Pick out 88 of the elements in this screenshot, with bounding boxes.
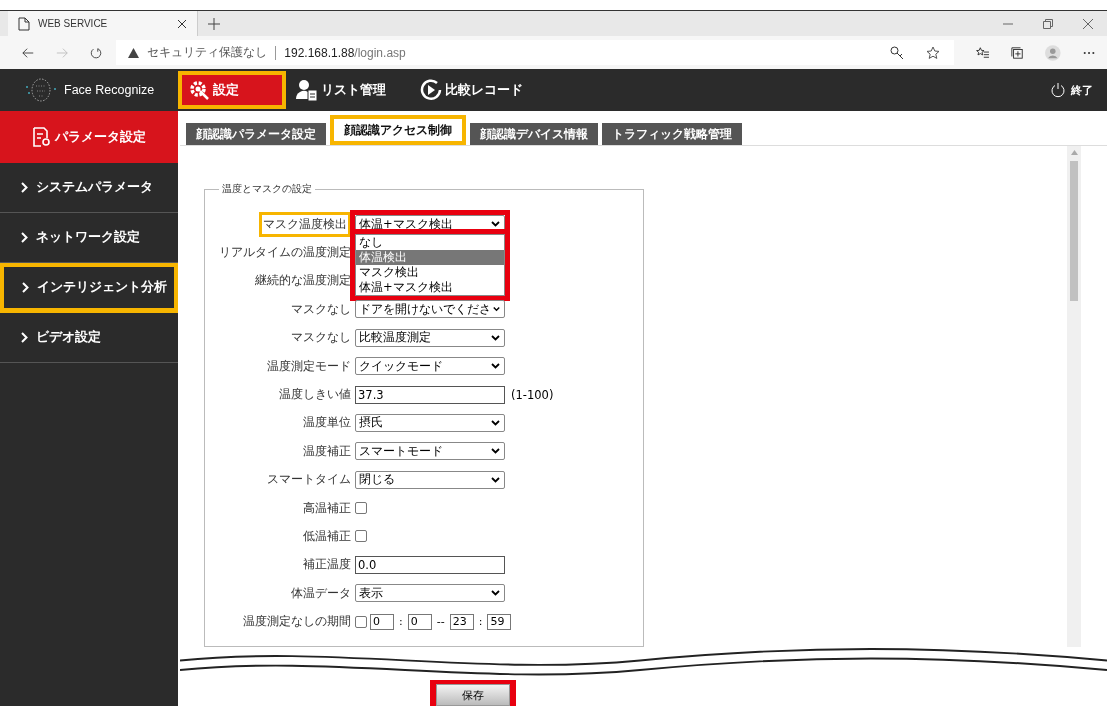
- dropdown-option[interactable]: 体温検出: [356, 250, 504, 266]
- field-label: 温度測定モード: [267, 358, 351, 373]
- field-label: 継続的な温度測定: [255, 273, 351, 288]
- back-icon[interactable]: [22, 46, 35, 59]
- save-button[interactable]: 保存: [436, 684, 510, 706]
- profile-icon[interactable]: [1045, 43, 1061, 62]
- star-icon[interactable]: [926, 45, 941, 60]
- tab[interactable]: トラフィック戦略管理: [602, 123, 742, 145]
- caret-icon: [491, 448, 500, 455]
- dropdown[interactable]: ドアを開けないでくださ: [355, 300, 505, 319]
- field-label: 温度測定なしの期間: [243, 614, 351, 629]
- document-gear-icon: [32, 127, 51, 147]
- chevron-right-icon: [21, 332, 28, 343]
- sidebar-item[interactable]: インテリジェント分析: [4, 267, 174, 308]
- nav-item[interactable]: 設定: [182, 75, 282, 105]
- more-icon[interactable]: [1082, 50, 1095, 55]
- nav-item[interactable]: リスト管理: [290, 75, 392, 105]
- checkbox[interactable]: [355, 530, 367, 543]
- gear-wrench-icon: [188, 79, 210, 101]
- sidebar-title: パラメータ設定: [54, 128, 146, 146]
- dropdown[interactable]: 表示: [355, 584, 505, 603]
- input-field[interactable]: 0.0: [355, 555, 505, 574]
- tab[interactable]: 顔認識デバイス情報: [470, 123, 598, 145]
- close-icon[interactable]: [177, 18, 187, 29]
- tab[interactable]: 顔認識パラメータ設定: [186, 123, 326, 145]
- range-hint: (1-100): [511, 387, 554, 402]
- caret-icon: [491, 221, 500, 228]
- caret-icon: [491, 476, 500, 483]
- security-label: セキュリティ保護なし: [147, 44, 268, 61]
- checkbox[interactable]: [355, 502, 367, 515]
- dropdown[interactable]: 閉じる: [355, 470, 505, 489]
- nav-item[interactable]: 比較レコード: [414, 75, 529, 105]
- field-label: マスク温度検出: [263, 216, 347, 231]
- minute-field[interactable]: 0: [407, 613, 432, 630]
- checkbox[interactable]: [355, 615, 367, 628]
- dropdown-option[interactable]: 体温+マスク検出: [356, 280, 504, 296]
- scrollbar-thumb[interactable]: [1070, 161, 1078, 301]
- dropdown-option[interactable]: マスク検出: [356, 265, 504, 281]
- scrollbar[interactable]: [1067, 146, 1081, 647]
- input-field[interactable]: 37.3: [355, 385, 505, 404]
- tab[interactable]: 顔認識アクセス制御: [334, 119, 462, 141]
- dropdown-option[interactable]: なし: [356, 235, 504, 251]
- hour-field[interactable]: 23: [449, 613, 474, 630]
- field-label: 温度単位: [303, 415, 351, 430]
- chevron-right-icon: [22, 282, 29, 293]
- field-label: 低温補正: [303, 529, 351, 543]
- restore-icon[interactable]: [1043, 18, 1053, 29]
- field-label: 温度補正: [303, 443, 351, 458]
- caret-icon: [493, 306, 500, 313]
- caret-icon: [491, 363, 500, 370]
- collections-icon[interactable]: [1011, 45, 1024, 60]
- dropdown[interactable]: スマートモード: [355, 442, 505, 461]
- address-bar[interactable]: セキュリティ保護なし 192.168.1.88/login.asp: [116, 40, 955, 65]
- field-label: 高温補正: [303, 500, 351, 515]
- caret-icon: [491, 590, 500, 597]
- field-label: マスクなし: [291, 330, 351, 345]
- new-tab-icon[interactable]: [208, 17, 220, 30]
- minute-field[interactable]: 59: [487, 613, 512, 630]
- time-separator: :: [477, 615, 484, 629]
- dropdown[interactable]: 摂氏: [355, 413, 505, 432]
- power-icon: [1050, 82, 1066, 98]
- warning-icon: [128, 47, 140, 58]
- logout-button[interactable]: 終了: [1044, 81, 1107, 99]
- field-label: スマートタイム: [267, 472, 351, 487]
- chevron-right-icon: [21, 232, 28, 243]
- field-label: 温度しきい値: [279, 387, 351, 402]
- field-label: 補正温度: [303, 557, 351, 572]
- range-separator: --: [435, 615, 446, 629]
- field-label: マスクなし: [291, 301, 351, 316]
- chevron-right-icon: [21, 182, 28, 193]
- face-logo-icon: [24, 77, 58, 103]
- hour-field[interactable]: 0: [370, 613, 394, 630]
- field-label: 体温データ: [291, 585, 351, 600]
- page-icon: [18, 16, 30, 31]
- dropdown[interactable]: クイックモード: [355, 357, 505, 376]
- key-icon[interactable]: [890, 45, 905, 60]
- field-label: リアルタイムの温度測定: [219, 245, 351, 260]
- refresh-icon[interactable]: [90, 45, 103, 60]
- url-text: 192.168.1.88/login.asp: [284, 45, 406, 60]
- time-separator: :: [398, 615, 404, 629]
- app-name: Face Recognize: [64, 83, 155, 97]
- favorites-icon[interactable]: [976, 46, 990, 59]
- group-title: 温度とマスクの設定: [221, 182, 313, 196]
- person-document-icon: [296, 79, 318, 101]
- play-circle-icon: [420, 79, 442, 101]
- caret-icon: [491, 334, 500, 341]
- caret-icon: [491, 419, 500, 426]
- dropdown[interactable]: 比較温度測定: [355, 328, 505, 347]
